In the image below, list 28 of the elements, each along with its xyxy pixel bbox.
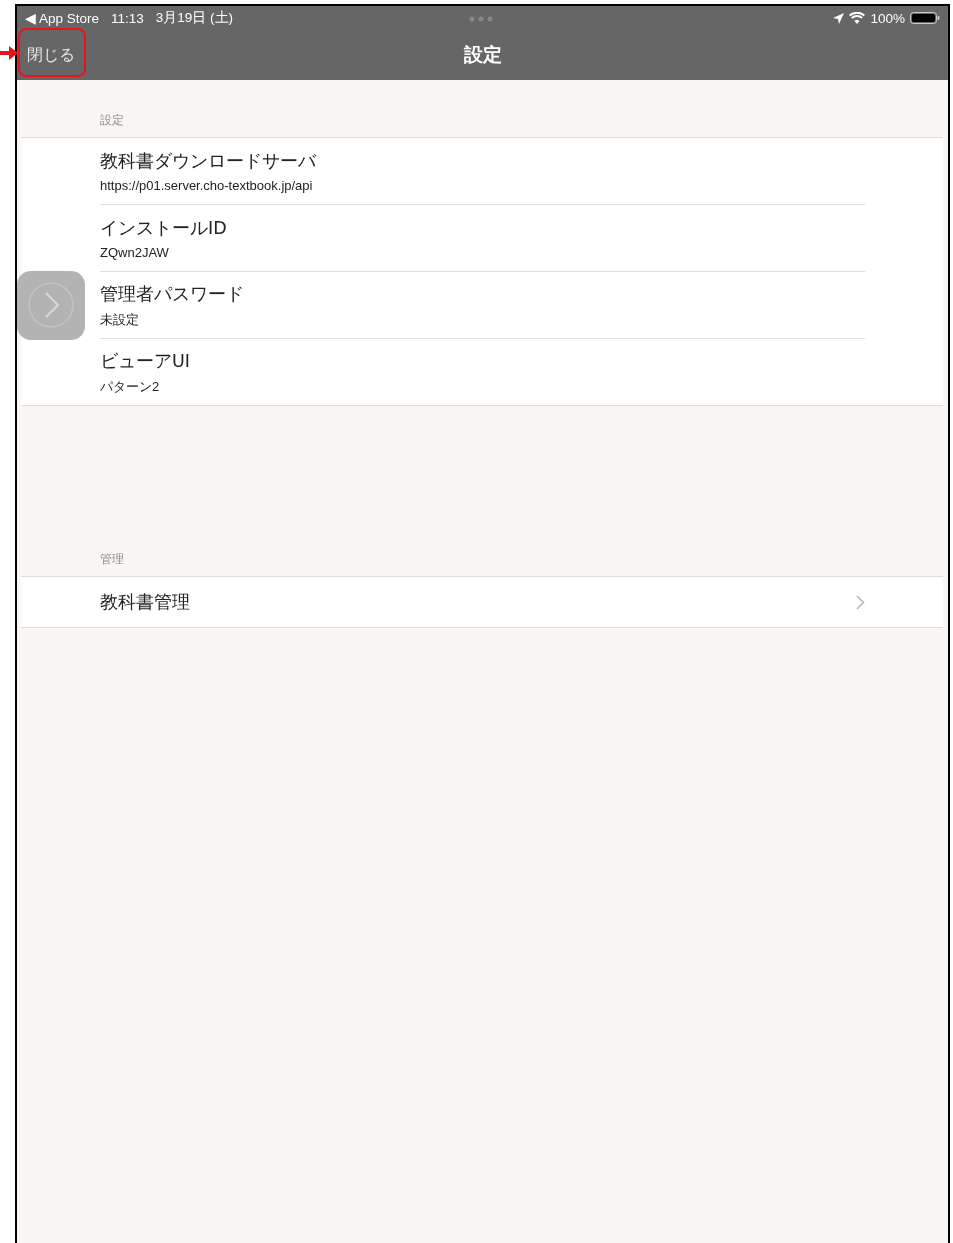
row-title: 教科書管理 <box>100 591 190 614</box>
wifi-icon <box>849 12 866 24</box>
row-title: 教科書ダウンロードサーバ <box>100 150 318 173</box>
section-header: 管理 <box>100 551 125 568</box>
settings-row[interactable]: 教科書ダウンロードサーバ https://p01.server.cho-textbook.jp/api <box>100 138 865 205</box>
row-value: 未設定 <box>100 310 140 329</box>
chevron-icon <box>856 594 865 610</box>
section-header: 設定 <box>100 112 125 129</box>
status-time: 11:13 <box>111 10 144 26</box>
row-title: インストールID <box>100 217 228 240</box>
location-icon <box>833 12 845 24</box>
battery-icon <box>910 12 940 24</box>
battery-percent: 100% <box>870 10 905 26</box>
settings-row[interactable]: ビューアUI パターン2 <box>100 339 865 405</box>
settings-row[interactable]: 管理者パスワード 未設定 <box>100 272 865 339</box>
row-title: ビューアUI <box>100 349 191 373</box>
row-value: https://p01.server.cho-textbook.jp/api <box>100 178 314 193</box>
close-button[interactable]: 閉じる <box>25 40 77 70</box>
row-value: パターン2 <box>100 377 161 396</box>
row-title: 管理者パスワード <box>100 282 245 306</box>
back-to-app-link[interactable]: ◀ App Store <box>25 10 100 26</box>
settings-row[interactable]: 教科書管理 <box>100 577 865 627</box>
settings-row[interactable]: インストールID ZQwn2JAW <box>100 205 865 272</box>
row-value: ZQwn2JAW <box>100 245 170 260</box>
nav-title: 設定 <box>463 42 502 67</box>
assistive-touch-button[interactable] <box>17 271 85 340</box>
multitasking-dots-icon <box>469 16 493 22</box>
status-date: 3月19日 (土) <box>155 9 234 27</box>
